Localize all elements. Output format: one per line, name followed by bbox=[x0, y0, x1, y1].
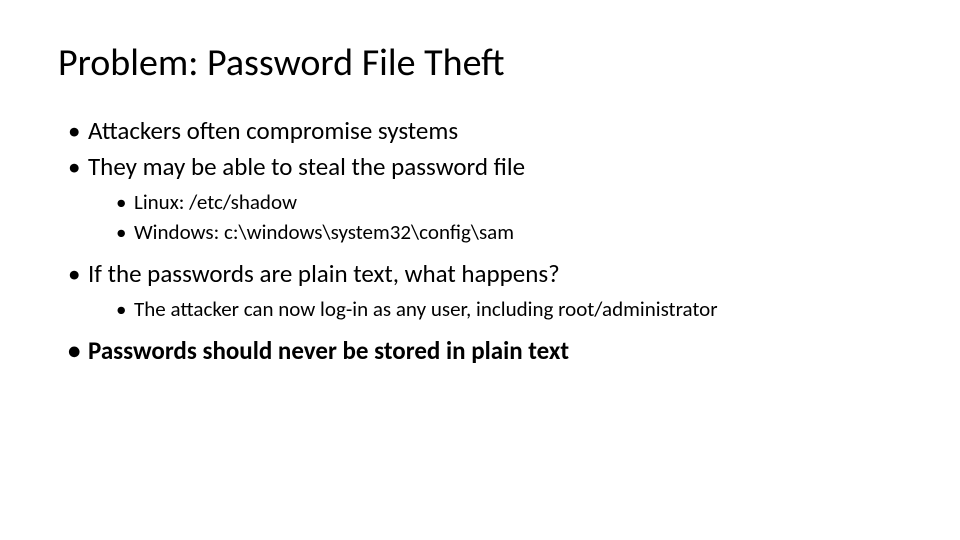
sub-bullet-item: Windows: c:\windows\system32\config\sam bbox=[116, 218, 910, 247]
bullet-text: If the passwords are plain text, what ha… bbox=[88, 258, 560, 289]
bullet-item: If the passwords are plain text, what ha… bbox=[66, 257, 910, 324]
bullet-item-bold: Passwords should never be stored in plai… bbox=[66, 334, 910, 368]
sub-bullet-list: The attacker can now log-in as any user,… bbox=[116, 295, 910, 324]
sub-bullet-item: Linux: /etc/shadow bbox=[116, 188, 910, 217]
bullet-item: They may be able to steal the password f… bbox=[66, 150, 910, 248]
bullet-list: Attackers often compromise systems They … bbox=[66, 114, 910, 368]
slide-title: Problem: Password File Theft bbox=[58, 40, 910, 86]
bullet-text: They may be able to steal the password f… bbox=[88, 151, 525, 182]
sub-bullet-list: Linux: /etc/shadow Windows: c:\windows\s… bbox=[116, 188, 910, 248]
sub-bullet-item: The attacker can now log-in as any user,… bbox=[116, 295, 910, 324]
bullet-item: Attackers often compromise systems bbox=[66, 114, 910, 148]
